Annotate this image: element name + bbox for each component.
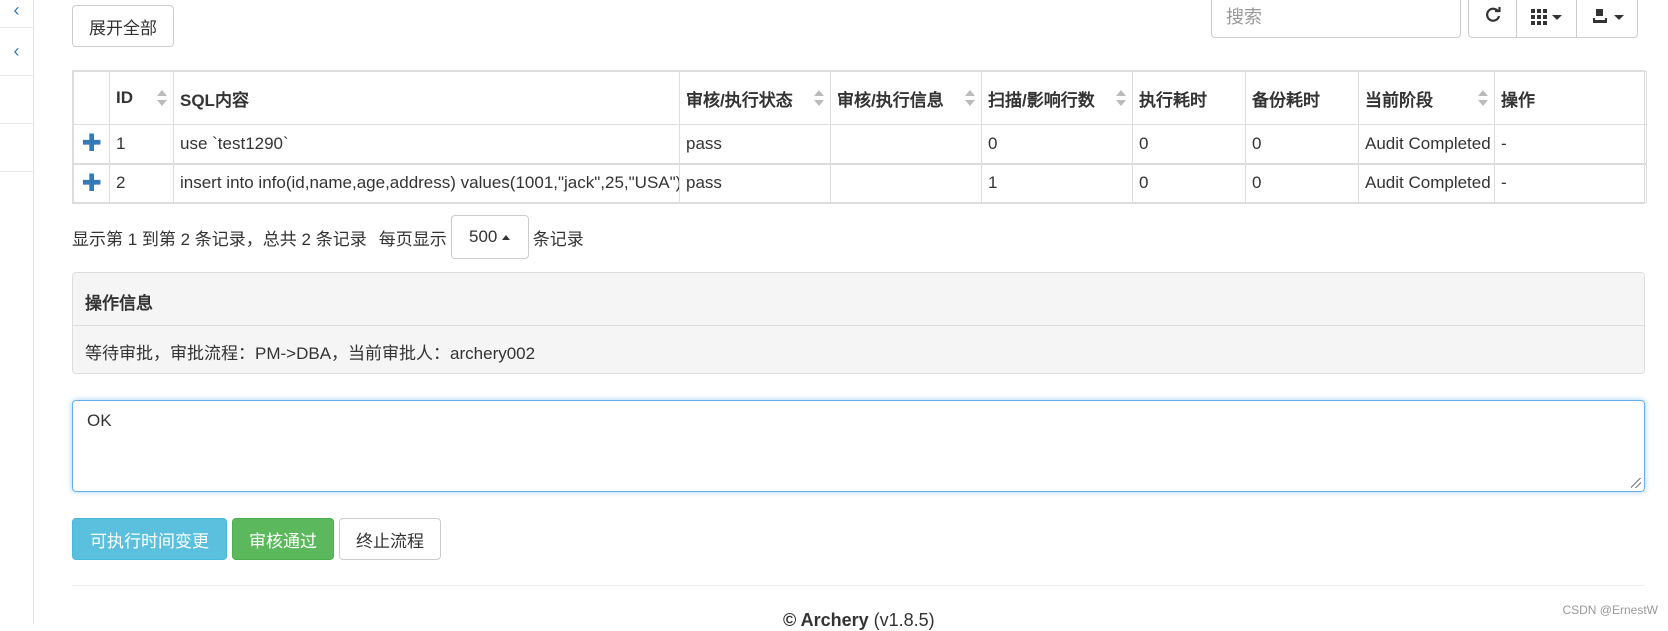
refresh-button[interactable] — [1469, 0, 1517, 37]
footer-divider — [72, 585, 1645, 586]
watermark: CSDN @ErnestW — [1562, 603, 1658, 617]
cell-sql: use `test1290` — [173, 124, 680, 164]
expand-all-button[interactable]: 展开全部 — [72, 5, 174, 47]
remark-value: OK — [87, 411, 112, 430]
operation-info-panel: 操作信息 等待审批，审批流程：PM->DBA，当前审批人：archery002 — [72, 272, 1645, 374]
cell-stage: Audit Completed — [1358, 124, 1495, 164]
cell-status: pass — [679, 162, 831, 203]
page-size-value: 500 — [469, 227, 498, 246]
terminate-workflow-button[interactable]: 终止流程 — [339, 518, 441, 560]
cell-backup-time: 0 — [1245, 124, 1359, 164]
cell-id: 2 — [109, 162, 174, 203]
cell-sql: insert into info(id,name,age,address) va… — [173, 162, 680, 203]
refresh-icon — [1484, 6, 1502, 29]
cell-exec-time: 0 — [1132, 162, 1246, 203]
export-button[interactable] — [1577, 0, 1637, 37]
cell-action: - — [1494, 162, 1647, 203]
panel-body: 等待审批，审批流程：PM->DBA，当前审批人：archery002 — [73, 326, 1644, 373]
cell-backup-time: 0 — [1245, 162, 1359, 203]
column-header-stage[interactable]: 当前阶段 — [1358, 71, 1495, 125]
sort-icon — [1478, 90, 1488, 106]
table-row: ✚ 1 use `test1290` pass 0 0 0 Audit Comp… — [73, 124, 1647, 164]
column-header-status[interactable]: 审核/执行状态 — [679, 71, 831, 125]
cell-exec-time: 0 — [1132, 124, 1246, 164]
cell-id: 1 — [109, 124, 174, 164]
panel-title: 操作信息 — [73, 273, 1644, 326]
column-header-id[interactable]: ID — [109, 71, 174, 125]
remark-textarea[interactable]: OK — [72, 400, 1645, 492]
sql-table: ID SQL内容 审核/执行状态 审核/执行信息 扫描/影响行数 执行耗时 备份… — [72, 70, 1647, 204]
caret-down-icon — [1613, 14, 1624, 20]
column-header-exec-time[interactable]: 执行耗时 — [1132, 71, 1246, 125]
sort-icon — [965, 90, 975, 106]
sort-icon — [157, 90, 167, 106]
caret-up-icon — [502, 234, 511, 240]
chevron-left-icon: ‹ — [13, 0, 20, 20]
collapse-menu-button[interactable]: ‹ — [0, 28, 33, 76]
table-header-row: ID SQL内容 审核/执行状态 审核/执行信息 扫描/影响行数 执行耗时 备份… — [73, 71, 1647, 125]
cell-info — [830, 124, 982, 164]
expand-column-header — [73, 71, 110, 125]
left-rail: ‹ ‹ — [0, 0, 34, 624]
column-header-sql[interactable]: SQL内容 — [173, 71, 680, 125]
cell-status: pass — [679, 124, 831, 164]
change-execution-time-button[interactable]: 可执行时间变更 — [72, 518, 227, 560]
per-page-suffix: 条记录 — [532, 229, 584, 249]
table-row: ✚ 2 insert into info(id,name,age,address… — [73, 162, 1647, 203]
expand-row-plus-icon[interactable]: ✚ — [73, 124, 110, 164]
export-icon — [1591, 6, 1609, 29]
cell-info — [830, 162, 982, 203]
column-header-info[interactable]: 审核/执行信息 — [830, 71, 982, 125]
sort-icon — [814, 90, 824, 106]
cell-affected: 1 — [981, 162, 1133, 203]
rail-item[interactable] — [0, 76, 33, 124]
cell-affected: 0 — [981, 124, 1133, 164]
footer-version: (v1.8.5) — [873, 610, 935, 630]
footer: © Archery (v1.8.5) — [783, 610, 935, 631]
pagination-summary: 显示第 1 到第 2 条记录，总共 2 条记录 — [72, 229, 367, 249]
sort-icon — [1116, 90, 1126, 106]
columns-icon — [1531, 9, 1547, 25]
chevron-left-icon: ‹ — [13, 41, 20, 61]
columns-toggle-button[interactable] — [1517, 0, 1577, 37]
collapse-sidebar-button[interactable]: ‹ — [0, 0, 33, 28]
per-page-prefix: 每页显示 — [378, 229, 447, 249]
search-input[interactable]: 搜索 — [1211, 0, 1461, 38]
page-size-dropdown[interactable]: 500 — [450, 215, 529, 259]
cell-stage: Audit Completed — [1358, 162, 1495, 203]
column-header-backup-time[interactable]: 备份耗时 — [1245, 71, 1359, 125]
caret-down-icon — [1552, 14, 1562, 20]
approve-button[interactable]: 审核通过 — [232, 518, 334, 560]
footer-brand: © Archery — [783, 610, 869, 630]
column-header-affected[interactable]: 扫描/影响行数 — [981, 71, 1133, 125]
table-toolbar — [1468, 0, 1638, 38]
resize-grip-icon[interactable] — [1631, 478, 1641, 488]
cell-action: - — [1494, 124, 1647, 164]
column-header-action: 操作 — [1494, 71, 1647, 125]
rail-item[interactable] — [0, 124, 33, 172]
pagination: 显示第 1 到第 2 条记录，总共 2 条记录 每页显示 500 条记录 — [72, 215, 584, 259]
expand-row-plus-icon[interactable]: ✚ — [73, 162, 110, 203]
